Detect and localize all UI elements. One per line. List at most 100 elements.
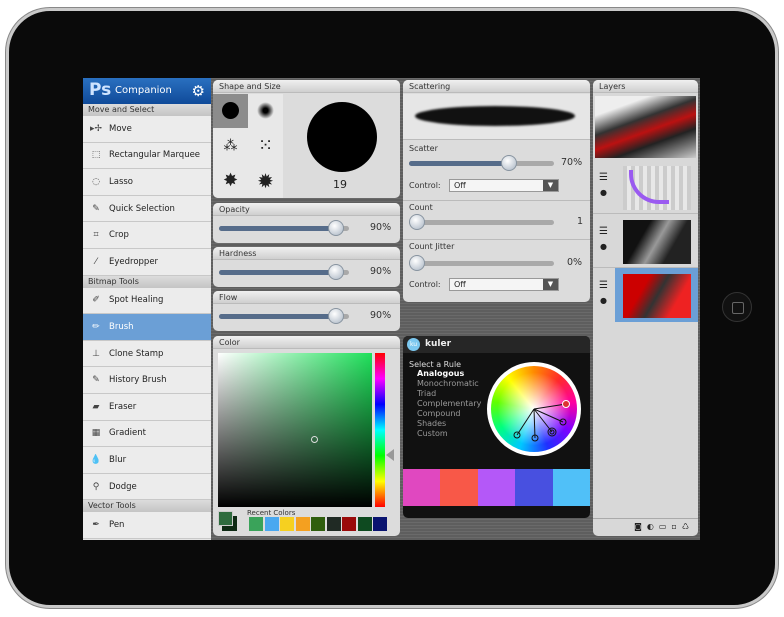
kuler-swatch[interactable] (552, 469, 590, 506)
color-wheel-handles[interactable] (491, 366, 577, 452)
tool-history-brush[interactable]: ✎ History Brush (83, 367, 211, 394)
dodge-icon: ⚲ (92, 481, 100, 492)
opacity-slider[interactable] (219, 220, 349, 236)
control-value: Off (454, 280, 466, 289)
count-jitter-slider[interactable] (409, 255, 554, 271)
rule-option[interactable]: Custom (417, 429, 481, 439)
rule-option[interactable]: Analogous (417, 369, 481, 379)
tool-label: Lasso (109, 176, 134, 187)
brush-icon: ✏ (92, 321, 100, 332)
tool-lasso[interactable]: ◌ Lasso (83, 169, 211, 196)
brush-preview (307, 102, 377, 172)
tool-list: Ps Companion ⚙ Move and Select ▸✢ Move ⬚ Rec… (83, 78, 211, 540)
new-layer-icon[interactable]: ▫ (671, 522, 681, 531)
control-value: Off (454, 181, 466, 190)
drag-handle-icon[interactable]: ☰ (599, 226, 608, 237)
scatter-slider[interactable] (409, 155, 554, 171)
brush-tip-soft[interactable] (248, 94, 283, 128)
kuler-swatch[interactable] (477, 469, 516, 506)
tool-clone-stamp[interactable]: ⊥ Clone Stamp (83, 340, 211, 368)
rule-option[interactable]: Compound (417, 409, 481, 419)
tool-rectangular-marquee[interactable]: ⬚ Rectangular Marquee (83, 142, 211, 170)
recent-color-swatch[interactable] (357, 517, 372, 531)
folder-icon[interactable]: ▭ (659, 522, 672, 531)
tool-label: Gradient (109, 428, 146, 439)
brush-tip-scatter-small[interactable]: ⁂ (213, 129, 248, 163)
recent-color-swatch[interactable] (249, 517, 263, 531)
brush-tip-hard[interactable] (213, 94, 248, 128)
brush-tip-splat[interactable]: ✸ (213, 164, 248, 198)
eye-icon[interactable]: ● (600, 296, 607, 305)
chevron-down-icon: ▼ (543, 180, 558, 191)
tool-brush[interactable]: ✏ Brush (83, 314, 211, 341)
move-icon: ▸✢ (89, 123, 103, 134)
panel-title: Hardness (213, 247, 400, 260)
kuler-swatch[interactable] (403, 469, 441, 506)
hue-slider[interactable] (375, 353, 385, 507)
kuler-logo-icon: ku (407, 338, 420, 351)
crop-icon: ⌗ (93, 230, 99, 241)
color-wheel[interactable] (487, 362, 581, 456)
tool-label: Quick Selection (109, 203, 175, 214)
tool-spot-healing[interactable]: ✐ Spot Healing (83, 287, 211, 315)
recent-color-swatch[interactable] (311, 517, 325, 531)
tool-dodge[interactable]: ⚲ Dodge (83, 473, 211, 501)
brush-tip-splat-large[interactable]: ✹ (248, 164, 283, 198)
flow-slider[interactable] (219, 308, 349, 324)
gear-icon[interactable]: ⚙ (192, 82, 205, 100)
recent-color-swatch[interactable] (264, 517, 279, 531)
adjustment-icon[interactable]: ◐ (647, 522, 659, 531)
trash-icon[interactable]: ♺ (682, 522, 694, 531)
tool-label: History Brush (109, 375, 167, 386)
count-value: 1 (577, 216, 584, 227)
tool-quick-selection[interactable]: ✎ Quick Selection (83, 195, 211, 223)
jitter-control-select[interactable]: Off ▼ (449, 278, 559, 291)
count-jitter-label: Count Jitter (409, 242, 455, 251)
foreground-color-swatch[interactable] (218, 511, 233, 526)
rule-option[interactable]: Complementary (417, 399, 481, 409)
drag-handle-icon[interactable]: ☰ (599, 172, 608, 183)
tool-eraser[interactable]: ▰ Eraser (83, 394, 211, 421)
recent-color-swatch[interactable] (280, 517, 294, 531)
count-slider[interactable] (409, 214, 554, 230)
tool-gradient[interactable]: ▦ Gradient (83, 420, 211, 448)
tool-eyedropper[interactable]: ⁄ Eyedropper (83, 249, 211, 276)
hardness-slider[interactable] (219, 264, 349, 280)
quick-selection-icon: ✎ (92, 203, 100, 214)
recent-color-swatch[interactable] (326, 517, 341, 531)
tool-label: Spot Healing (109, 295, 164, 306)
color-field[interactable] (218, 353, 372, 507)
ps-logo: Ps (89, 80, 112, 100)
tool-move[interactable]: ▸✢ Move (83, 116, 211, 143)
tool-pen[interactable]: ✒ Pen (83, 512, 211, 539)
panel-title: Layers (593, 80, 698, 93)
tool-blur[interactable]: 💧 Blur (83, 447, 211, 474)
recent-color-swatch[interactable] (342, 517, 356, 531)
control-select[interactable]: Off ▼ (449, 179, 559, 192)
eye-icon[interactable]: ● (600, 242, 607, 251)
layer-row[interactable]: ☰ ● (593, 162, 698, 214)
rule-option[interactable]: Monochromatic (417, 379, 481, 389)
rule-option[interactable]: Triad (417, 389, 481, 399)
layer-row[interactable]: ☰ ● (593, 216, 698, 268)
kuler-swatch[interactable] (515, 469, 553, 506)
tool-crop[interactable]: ⌗ Crop (83, 222, 211, 249)
brush-tip-scatter-medium[interactable]: ⁙ (248, 129, 283, 163)
kuler-swatch[interactable] (440, 469, 478, 506)
eye-icon[interactable]: ● (600, 188, 607, 197)
tool-label: Blur (109, 454, 127, 465)
app-header: Ps Companion ⚙ (83, 78, 211, 104)
panel-title: Opacity (213, 203, 400, 216)
rule-option[interactable]: Shades (417, 419, 481, 429)
hue-handle[interactable] (386, 449, 394, 461)
recent-color-swatch[interactable] (295, 517, 310, 531)
layers-panel: Layers ☰ ● ☰ ● ☰ ● ◙◐▭▫♺ (593, 80, 698, 536)
drag-handle-icon[interactable]: ☰ (599, 280, 608, 291)
recent-color-swatch[interactable] (373, 517, 387, 531)
mask-icon[interactable]: ◙ (634, 522, 647, 531)
home-button[interactable] (722, 292, 752, 322)
control-label: Control: (409, 181, 441, 190)
layer-row[interactable]: ☰ ● (593, 270, 698, 322)
tool-label: Eyedropper (109, 256, 159, 267)
app-title: Companion (115, 85, 172, 96)
